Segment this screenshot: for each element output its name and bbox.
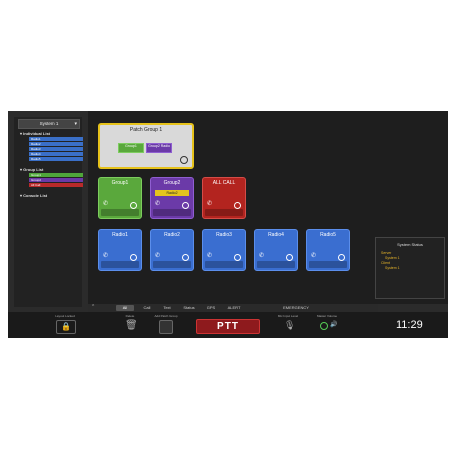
group-tile-title: ALL CALL xyxy=(212,180,236,186)
trash-icon[interactable]: 🗑 xyxy=(125,320,138,331)
volume-knob-icon[interactable] xyxy=(320,322,328,330)
tab-gps[interactable]: GPS xyxy=(204,305,218,311)
phone-icon: ✆ xyxy=(103,253,109,259)
tab-status[interactable]: Status xyxy=(180,305,198,311)
volume-knob-icon[interactable] xyxy=(130,202,137,209)
speaker-icon[interactable]: 🔊 xyxy=(330,321,337,328)
dispatch-console-window: System 1 ▾ ▾ Individual List Radio1 Radi… xyxy=(8,111,448,338)
tab-call[interactable]: Call xyxy=(140,305,154,311)
status-line-server-system: System 1 xyxy=(385,256,400,260)
group-tile-group1[interactable]: Group1 ✆ xyxy=(98,177,142,219)
patch-group-title: Patch Group 1 xyxy=(129,127,163,133)
volume-knob-icon[interactable] xyxy=(338,254,345,261)
tab-emergency[interactable]: EMERGENCY xyxy=(274,305,318,311)
tab-alert[interactable]: ALERT xyxy=(224,305,244,311)
radio-tile-title: Radio3 xyxy=(216,232,232,238)
radio-tile-radio3[interactable]: Radio3 ✆ xyxy=(202,229,246,271)
radio-tile-title: Radio5 xyxy=(320,232,336,238)
tab-all[interactable]: All xyxy=(116,305,134,311)
patch-member-group2[interactable]: Group2 Radio xyxy=(146,143,172,153)
status-line-server: Server xyxy=(381,251,392,255)
phone-icon: ✆ xyxy=(207,253,213,259)
volume-knob-icon[interactable] xyxy=(286,254,293,261)
phone-icon: ✆ xyxy=(103,201,109,207)
system-select[interactable]: System 1 ▾ xyxy=(18,119,80,129)
phone-icon: ✆ xyxy=(155,201,161,207)
tile-control-bar[interactable] xyxy=(153,261,191,268)
tile-control-bar[interactable] xyxy=(205,209,243,216)
section-console-list[interactable]: ▾ Console List xyxy=(20,193,47,198)
add-patch-group-button[interactable] xyxy=(159,320,173,334)
radio-tile-radio5[interactable]: Radio5 ✆ xyxy=(306,229,350,271)
microphone-icon[interactable]: 🎙 xyxy=(284,320,295,331)
section-individual-list[interactable]: ▾ Individual List xyxy=(20,131,50,136)
group-tile-title: Group1 xyxy=(111,180,129,186)
phone-icon: ✆ xyxy=(155,253,161,259)
patch-group-tile[interactable]: Patch Group 1 Group1 Group2 Radio xyxy=(98,123,194,169)
bottom-control-bar: Layout Locked 🔒 Delete 🗑 Add Patch Group… xyxy=(8,312,448,338)
sidebar-item-radio4[interactable]: Radio4 xyxy=(29,152,83,156)
sidebar-item-radio1[interactable]: Radio1 xyxy=(29,137,83,141)
radio-tile-title: Radio2 xyxy=(164,232,180,238)
volume-knob-icon[interactable] xyxy=(182,202,189,209)
mic-input-level-label: Mic Input Level xyxy=(277,314,299,318)
tab-text[interactable]: Text xyxy=(160,305,174,311)
phone-icon: ✆ xyxy=(207,201,213,207)
volume-knob-icon[interactable] xyxy=(130,254,137,261)
system-select-label: System 1 xyxy=(39,121,59,126)
sidebar-item-all-call[interactable]: All Call xyxy=(29,183,83,187)
section-group-list[interactable]: ▾ Group List xyxy=(20,167,43,172)
tile-control-bar[interactable] xyxy=(257,261,295,268)
volume-knob-icon[interactable] xyxy=(234,202,241,209)
status-line-client-system: System 1 xyxy=(385,266,400,270)
sidebar-item-radio3[interactable]: Radio3 xyxy=(29,147,83,151)
chevron-down-icon: ▾ xyxy=(74,121,77,127)
clock-display: 11:29 xyxy=(396,319,423,331)
patch-member-group1[interactable]: Group1 xyxy=(118,143,144,153)
patch-volume-icon[interactable] xyxy=(180,156,188,164)
delete-label: Delete xyxy=(125,314,135,318)
event-filter-tabs: All Call Text Status GPS ALERT EMERGENCY xyxy=(88,304,378,312)
group-tile-group2[interactable]: Group2 Radio2 ✆ xyxy=(150,177,194,219)
ptt-button[interactable]: PTT xyxy=(196,319,260,334)
radio-tile-title: Radio4 xyxy=(268,232,284,238)
system-status-panel: System Status Server System 1 Client Sys… xyxy=(375,237,445,299)
tile-control-bar[interactable] xyxy=(101,261,139,268)
tile-control-bar[interactable] xyxy=(309,261,347,268)
sidebar: System 1 ▾ ▾ Individual List Radio1 Radi… xyxy=(14,117,83,307)
layout-locked-label: Layout Locked xyxy=(55,314,75,318)
group-tile-title: Group2 xyxy=(163,180,181,186)
sidebar-item-group2[interactable]: Group2 xyxy=(29,178,83,182)
tile-control-bar[interactable] xyxy=(205,261,243,268)
phone-icon: ✆ xyxy=(259,253,265,259)
volume-knob-icon[interactable] xyxy=(182,254,189,261)
sidebar-item-radio2[interactable]: Radio2 xyxy=(29,142,83,146)
lock-icon[interactable]: 🔒 xyxy=(56,320,76,334)
tile-control-bar[interactable] xyxy=(101,209,139,216)
chevron-up-icon[interactable]: ⌃ xyxy=(91,304,95,310)
radio-tile-radio2[interactable]: Radio2 ✆ xyxy=(150,229,194,271)
group-tile-all-call[interactable]: ALL CALL ✆ xyxy=(202,177,246,219)
sidebar-item-radio5[interactable]: Radio5 xyxy=(29,157,83,161)
radio-tile-radio4[interactable]: Radio4 ✆ xyxy=(254,229,298,271)
system-status-title: System Status xyxy=(397,242,423,247)
volume-knob-icon[interactable] xyxy=(234,254,241,261)
add-patch-group-label: Add Patch Group xyxy=(154,314,178,318)
radio-tile-title: Radio1 xyxy=(112,232,128,238)
radio-tile-radio1[interactable]: Radio1 ✆ xyxy=(98,229,142,271)
status-line-client: Client xyxy=(381,261,390,265)
active-radio-badge: Radio2 xyxy=(155,190,189,196)
master-volume-label: Master Volume xyxy=(316,314,337,318)
sidebar-item-group1[interactable]: Group1 xyxy=(29,173,83,177)
tile-control-bar[interactable] xyxy=(153,209,191,216)
phone-icon: ✆ xyxy=(311,253,317,259)
